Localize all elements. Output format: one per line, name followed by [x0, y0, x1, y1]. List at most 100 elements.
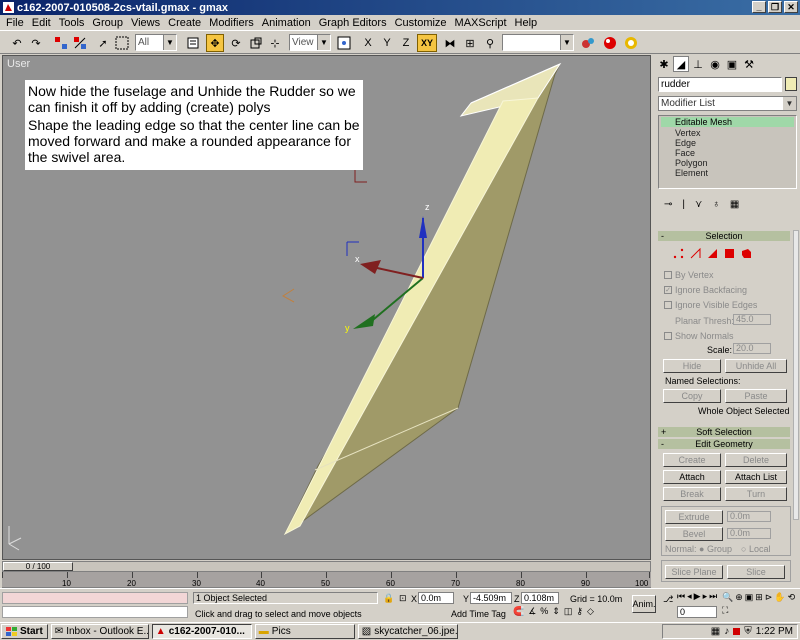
- configure-modifiers-icon[interactable]: ▦: [730, 199, 739, 213]
- restrict-z-icon[interactable]: Z: [397, 34, 415, 52]
- menu-animation[interactable]: Animation: [258, 17, 315, 29]
- restore-button[interactable]: ❐: [768, 1, 782, 13]
- display-tab-icon[interactable]: ▣: [724, 56, 740, 72]
- angle-snap-icon[interactable]: ∡: [528, 606, 536, 617]
- planar-thresh-spinner[interactable]: 45.0: [733, 314, 771, 325]
- object-name-field[interactable]: rudder: [658, 77, 782, 92]
- time-slider[interactable]: 0 / 100: [2, 561, 651, 572]
- zoom-all-icon[interactable]: ⊕: [735, 592, 743, 603]
- unhide-all-button[interactable]: Unhide All: [725, 359, 787, 373]
- bevel-spinner[interactable]: 0.0m: [727, 528, 771, 539]
- maxscript-listener-mini[interactable]: [2, 592, 188, 604]
- menu-file[interactable]: File: [2, 17, 28, 29]
- menu-help[interactable]: Help: [511, 17, 542, 29]
- stack-edge[interactable]: Edge: [675, 138, 696, 148]
- attach-list-button[interactable]: Attach List: [725, 470, 787, 484]
- zoom-icon[interactable]: 🔍: [722, 592, 733, 603]
- zoom-extents-icon[interactable]: ▣: [745, 592, 754, 603]
- maxscript-input-mini[interactable]: [2, 606, 188, 618]
- close-button[interactable]: ✕: [784, 1, 798, 13]
- arc-rotate-icon[interactable]: ⟲: [788, 592, 796, 603]
- edit-geometry-rollout-header[interactable]: - Edit Geometry: [658, 439, 790, 449]
- extrude-button[interactable]: Extrude: [665, 510, 723, 524]
- modify-tab-icon[interactable]: ◢: [673, 56, 689, 72]
- tray-alert-icon[interactable]: [733, 628, 741, 635]
- named-selection-set-dropdown[interactable]: ▼: [502, 34, 574, 51]
- ignore-visible-edges-checkbox[interactable]: Ignore Visible Edges: [664, 300, 757, 310]
- stack-vertex[interactable]: Vertex: [675, 128, 701, 138]
- command-panel-scrollbar[interactable]: [793, 230, 799, 520]
- start-button[interactable]: Start: [1, 624, 48, 639]
- manipulate-icon[interactable]: ⊹: [266, 34, 284, 52]
- maximize-viewport-icon[interactable]: ⛶: [722, 605, 728, 616]
- select-region-icon[interactable]: [113, 34, 131, 52]
- stack-face[interactable]: Face: [675, 148, 695, 158]
- slice-plane-button[interactable]: Slice Plane: [665, 565, 723, 579]
- task-gmax[interactable]: ▲ c162-2007-010...: [151, 624, 252, 639]
- element-level-icon[interactable]: [741, 248, 752, 259]
- copy-button[interactable]: Copy: [663, 389, 721, 403]
- remove-modifier-icon[interactable]: ♁: [712, 199, 720, 213]
- key-icon[interactable]: ⚷: [576, 606, 583, 617]
- break-button[interactable]: Break: [663, 487, 721, 501]
- turn-button[interactable]: Turn: [725, 487, 787, 501]
- show-normals-checkbox[interactable]: Show Normals: [664, 331, 734, 341]
- go-to-end-icon[interactable]: ⏭: [709, 591, 717, 602]
- stack-polygon[interactable]: Polygon: [675, 158, 708, 168]
- restrict-xy-button[interactable]: XY: [417, 34, 437, 52]
- motion-tab-icon[interactable]: ◉: [707, 56, 723, 72]
- task-pics[interactable]: ▬ Pics: [254, 624, 355, 639]
- pin-stack-icon[interactable]: ⊸: [664, 199, 672, 213]
- minimize-button[interactable]: _: [752, 1, 766, 13]
- undo-icon[interactable]: ↶: [8, 34, 26, 52]
- snap-icon[interactable]: ⚲: [481, 34, 499, 52]
- user-viewport[interactable]: z x y User Now hide the fuselage and Unh…: [2, 55, 651, 560]
- align-icon[interactable]: ⊞: [461, 34, 479, 52]
- attach-button[interactable]: Attach: [663, 470, 721, 484]
- menu-group[interactable]: Group: [88, 17, 127, 29]
- task-image-viewer[interactable]: ▧ skycatcher_06.jpe...: [357, 624, 458, 639]
- menu-edit[interactable]: Edit: [28, 17, 55, 29]
- unlink-icon[interactable]: [71, 34, 89, 52]
- menu-graph-editors[interactable]: Graph Editors: [315, 17, 391, 29]
- absolute-mode-icon[interactable]: ⊡: [399, 593, 407, 604]
- restrict-y-icon[interactable]: Y: [378, 34, 396, 52]
- ignore-backfacing-checkbox[interactable]: ✓ Ignore Backfacing: [664, 285, 747, 295]
- pivot-center-icon[interactable]: [335, 34, 353, 52]
- extrude-spinner[interactable]: 0.0m: [727, 511, 771, 522]
- x-coord-field[interactable]: 0.0m: [418, 592, 454, 604]
- normal-group-radio[interactable]: ● Group: [699, 544, 732, 554]
- normals-scale-spinner[interactable]: 20.0: [733, 343, 771, 354]
- go-to-start-icon[interactable]: ⏮: [677, 591, 685, 602]
- object-color-swatch[interactable]: [785, 77, 797, 91]
- vertex-level-icon[interactable]: [673, 248, 684, 259]
- restrict-x-icon[interactable]: X: [359, 34, 377, 52]
- show-end-result-icon[interactable]: |: [682, 199, 685, 213]
- clock[interactable]: 1:22 PM: [756, 626, 793, 637]
- menu-customize[interactable]: Customize: [391, 17, 451, 29]
- redo-icon[interactable]: ↷: [27, 34, 45, 52]
- hierarchy-tab-icon[interactable]: ⊥: [690, 56, 706, 72]
- select-by-name-icon[interactable]: [184, 34, 202, 52]
- select-object-icon[interactable]: ➚: [94, 34, 112, 52]
- field-of-view-icon[interactable]: ⊳: [765, 592, 773, 603]
- percent-snap-icon[interactable]: %: [540, 606, 548, 617]
- timeline-ruler[interactable]: 10 20 30 40 50 60 70 80 90 100: [2, 572, 651, 588]
- y-coord-field[interactable]: -4.509m: [470, 592, 512, 604]
- mirror-icon[interactable]: ⧓: [441, 34, 459, 52]
- z-coord-field[interactable]: 0.108m: [521, 592, 559, 604]
- menu-create[interactable]: Create: [164, 17, 205, 29]
- menu-views[interactable]: Views: [127, 17, 164, 29]
- modifier-stack[interactable]: Editable Mesh Vertex Edge Face Polygon E…: [658, 115, 797, 189]
- animate-button[interactable]: Anim.: [632, 595, 656, 613]
- spinner-snap-icon[interactable]: ⇕: [552, 606, 560, 617]
- task-outlook[interactable]: ✉ Inbox - Outlook E...: [50, 624, 149, 639]
- previous-frame-icon[interactable]: ◂: [687, 591, 692, 602]
- time-slider-thumb[interactable]: 0 / 100: [3, 562, 73, 571]
- face-level-icon[interactable]: [707, 248, 718, 259]
- modifier-list-dropdown[interactable]: Modifier List ▼: [658, 96, 797, 111]
- material-editor-icon[interactable]: [579, 34, 597, 52]
- snap-toggle-icon[interactable]: 🧲: [513, 606, 524, 617]
- play-icon[interactable]: ▶: [694, 591, 701, 602]
- viewport-label[interactable]: User: [7, 58, 30, 70]
